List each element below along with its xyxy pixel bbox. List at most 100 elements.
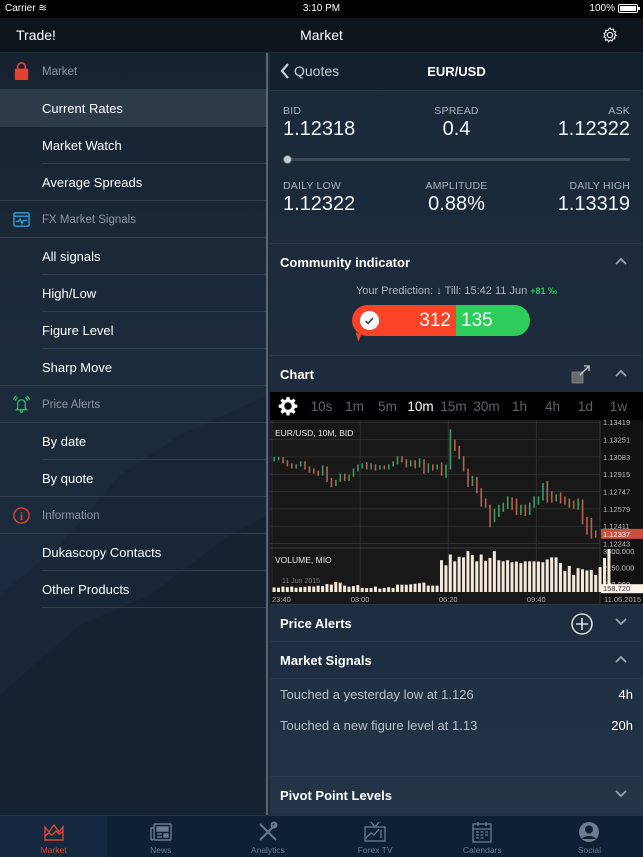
bid-block[interactable]: BID 1.12318 <box>283 105 355 141</box>
prediction-change: +81 ‰ <box>530 286 558 296</box>
price-alerts-header[interactable]: Price Alerts <box>270 604 643 641</box>
community-indicator-header[interactable]: Community indicator <box>270 243 643 280</box>
chevron-up-icon[interactable] <box>615 257 627 265</box>
volume-bar <box>294 587 298 592</box>
chart-header[interactable]: Chart <box>270 355 643 392</box>
volume-bar <box>272 587 276 592</box>
ask-label: ASK <box>608 105 630 117</box>
sidebar-item-label: High/Low <box>42 286 97 301</box>
sidebar-item-by-date[interactable]: By date <box>0 423 268 460</box>
timeframe-30m[interactable]: 30m <box>470 399 503 414</box>
status-bar: Carrier ≋ 3:10 PM 100% <box>0 0 643 18</box>
sidebar-item-market-watch[interactable]: Market Watch <box>0 127 268 164</box>
person-icon <box>579 822 600 842</box>
sidebar-item-average-spreads[interactable]: Average Spreads <box>0 164 268 201</box>
volume-bar <box>373 586 377 592</box>
timeframe-1d[interactable]: 1d <box>569 399 602 414</box>
timeframe-4h[interactable]: 4h <box>536 399 569 414</box>
timeframe-1m[interactable]: 1m <box>338 399 371 414</box>
time-tick-label: 11.06.2015 <box>604 595 641 604</box>
price-tick-label: 1.12579 <box>603 505 630 514</box>
volume-bar <box>422 582 426 592</box>
ask-block[interactable]: ASK 1.12322 <box>558 105 630 141</box>
tab-label: Social <box>577 845 602 855</box>
volume-bar <box>457 556 461 592</box>
timeframe-5m[interactable]: 5m <box>371 399 404 414</box>
volume-bar <box>321 586 325 592</box>
up-votes-button[interactable]: 135 <box>456 305 530 336</box>
sidebar-item-dukascopy-contacts[interactable]: Dukascopy Contacts <box>0 534 268 571</box>
timeframe-list: 10s 1m 5m 10m 15m 30m 1h 4h 1d 1w <box>305 399 635 414</box>
volume-bar <box>514 561 518 592</box>
tab-social[interactable]: Social <box>536 816 643 857</box>
bid-label: BID <box>283 105 302 117</box>
tab-forex-tv[interactable]: Forex TV <box>322 816 429 857</box>
gear-icon[interactable] <box>601 26 619 44</box>
timeframe-1w[interactable]: 1w <box>602 399 635 414</box>
clock: 3:10 PM <box>302 3 341 14</box>
price-tick-label: 1.13251 <box>603 436 630 445</box>
volume-bar <box>395 584 399 592</box>
volume-bar <box>576 568 580 592</box>
sidebar-header-information: i Information <box>0 497 268 534</box>
range-track <box>285 158 630 161</box>
market-signal-row[interactable]: Touched a yesterday low at 1.126 4h <box>270 679 643 710</box>
sidebar-item-other-products[interactable]: Other Products <box>0 571 268 608</box>
trade-button[interactable]: Trade! <box>16 27 56 43</box>
volume-bar <box>277 587 281 592</box>
volume-bar <box>519 563 523 592</box>
sidebar-item-by-quote[interactable]: By quote <box>0 460 268 497</box>
spread-block: SPREAD 0.4 <box>434 105 478 141</box>
calendar-icon <box>472 822 492 843</box>
signal-age: 4h <box>618 687 633 702</box>
tab-analytics[interactable]: Analytics <box>214 816 321 857</box>
timeframe-10m[interactable]: 10m <box>404 399 437 414</box>
price-tick-label: 1.12747 <box>603 488 630 497</box>
back-to-quotes-button[interactable]: Quotes <box>280 63 339 79</box>
sidebar-item-sharp-move[interactable]: Sharp Move <box>0 349 268 386</box>
sidebar-item-label: Sharp Move <box>42 360 113 375</box>
range-position-knob <box>283 155 292 164</box>
market-signal-row[interactable]: Touched a new figure level at 1.13 20h <box>270 710 643 741</box>
svg-text:i: i <box>20 511 23 523</box>
volume-bar <box>303 586 307 592</box>
sidebar-item-high-low[interactable]: High/Low <box>0 275 268 312</box>
tab-bar: Market News Analytics Forex TV Calendars… <box>0 815 643 857</box>
timeframe-10s[interactable]: 10s <box>305 399 338 414</box>
check-icon <box>360 311 379 330</box>
timeframe-15m[interactable]: 15m <box>437 399 470 414</box>
sidebar-item-current-rates[interactable]: Current Rates <box>0 90 268 127</box>
volume-bar <box>426 585 430 592</box>
tab-news[interactable]: News <box>107 816 214 857</box>
volume-bar <box>281 586 285 592</box>
volume-bar <box>497 560 501 592</box>
plus-circle-icon[interactable] <box>571 613 593 635</box>
volume-bar <box>470 555 474 592</box>
tab-market[interactable]: Market <box>0 816 108 857</box>
market-signals-header[interactable]: Market Signals <box>270 641 643 678</box>
price-tick-label: 1.13083 <box>603 453 630 462</box>
down-votes-button[interactable]: 312 <box>352 305 456 342</box>
daily-high-block: DAILY HIGH 1.13319 <box>558 180 630 216</box>
chevron-down-icon[interactable] <box>615 790 627 798</box>
tab-calendars[interactable]: Calendars <box>429 816 536 857</box>
spread-label: SPREAD <box>434 105 479 117</box>
volume-bar <box>541 562 545 592</box>
sidebar-item-all-signals[interactable]: All signals <box>0 238 268 275</box>
expand-icon[interactable] <box>571 365 591 384</box>
volume-bar <box>536 561 540 592</box>
tab-label: News <box>150 845 172 855</box>
sidebar-header-label: Market <box>42 65 78 78</box>
chevron-up-icon[interactable] <box>615 369 627 377</box>
candlestick-chart[interactable]: 1.13419 1.13251 1.13083 1.12915 1.12747 1.125… <box>270 420 643 604</box>
volume-bar <box>506 560 510 592</box>
chart-settings-gear-icon[interactable] <box>278 396 298 416</box>
sidebar-item-figure-level[interactable]: Figure Level <box>0 312 268 349</box>
chevron-down-icon[interactable] <box>615 618 627 626</box>
pivot-point-levels-header[interactable]: Pivot Point Levels <box>270 776 643 813</box>
tv-icon <box>364 821 386 842</box>
volume-bar <box>501 561 505 592</box>
timeframe-1h[interactable]: 1h <box>503 399 536 414</box>
chevron-up-icon[interactable] <box>615 655 627 663</box>
volume-bar <box>356 585 360 592</box>
